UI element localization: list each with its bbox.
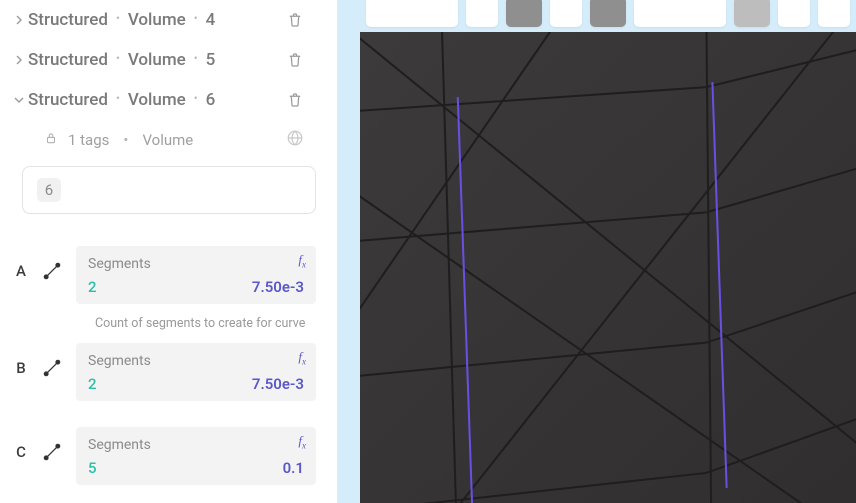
tags-name: Volume <box>142 131 193 149</box>
dot-sep: • <box>116 92 120 105</box>
param-row-c: C Segments fx 5 0.1 <box>0 427 338 493</box>
tree-item-type: Structured <box>28 10 108 30</box>
delete-button[interactable] <box>286 51 304 69</box>
param-title: Segments <box>88 256 304 272</box>
param-row-b: B Segments fx 2 7.50e-3 <box>0 343 338 409</box>
toolbar-button[interactable] <box>734 0 770 27</box>
dot-sep: • <box>194 92 198 105</box>
param-title: Segments <box>88 437 304 453</box>
tags-row: 1 tags • Volume <box>0 120 338 160</box>
id-chip: 6 <box>37 178 61 202</box>
caret-right-icon <box>10 15 28 25</box>
fx-button[interactable]: fx <box>298 349 306 367</box>
curve-icon <box>42 246 70 285</box>
fx-button[interactable]: fx <box>298 252 306 270</box>
sidebar: Structured • Volume • 4 Structured • Vol… <box>0 0 338 503</box>
toolbar-button[interactable] <box>366 0 458 27</box>
globe-icon[interactable] <box>286 129 304 151</box>
param-card[interactable]: Segments fx 2 7.50e-3 <box>76 246 316 304</box>
param-value: 2 <box>88 278 97 296</box>
caret-down-icon <box>10 95 28 105</box>
tree-item-type: Structured <box>28 50 108 70</box>
3d-viewport[interactable] <box>360 32 856 503</box>
toolbar-button[interactable] <box>634 0 726 27</box>
param-letter: C <box>0 427 42 461</box>
toolbar-button-active[interactable] <box>590 0 626 27</box>
caret-right-icon <box>10 55 28 65</box>
app-root: Structured • Volume • 4 Structured • Vol… <box>0 0 856 503</box>
id-input[interactable]: 6 <box>22 166 316 214</box>
tree-item-type: Structured <box>28 90 108 110</box>
param-number: 7.50e-3 <box>252 375 304 393</box>
toolbar-button[interactable] <box>466 0 498 27</box>
param-title: Segments <box>88 353 304 369</box>
dot-sep: • <box>116 12 120 25</box>
toolbar-button-active[interactable] <box>506 0 542 27</box>
tree-item-volume-5[interactable]: Structured • Volume • 5 <box>0 40 338 80</box>
dot-sep: • <box>194 12 198 25</box>
tree-item-kind: Volume <box>128 50 186 70</box>
tree-item-id: 6 <box>206 90 216 110</box>
param-row-a: A Segments fx 2 7.50e-3 <box>0 246 338 312</box>
param-letter: A <box>0 246 42 280</box>
dot-sep: • <box>194 52 198 65</box>
tree-item-kind: Volume <box>128 90 186 110</box>
tree-item-volume-4[interactable]: Structured • Volume • 4 <box>0 0 338 40</box>
param-value: 2 <box>88 375 97 393</box>
fx-button[interactable]: fx <box>298 433 306 451</box>
delete-button[interactable] <box>286 11 304 29</box>
lock-icon <box>44 131 58 149</box>
tree-item-volume-6[interactable]: Structured • Volume • 6 <box>0 80 338 120</box>
param-number: 0.1 <box>283 459 304 477</box>
tree: Structured • Volume • 4 Structured • Vol… <box>0 0 338 120</box>
tree-item-id: 5 <box>206 50 216 70</box>
param-value: 5 <box>88 459 97 477</box>
right-pane <box>338 0 856 503</box>
param-letter: B <box>0 343 42 377</box>
viewport-toolbar <box>360 0 856 32</box>
toolbar-button[interactable] <box>550 0 582 27</box>
toolbar-button[interactable] <box>818 0 850 27</box>
param-number: 7.50e-3 <box>252 278 304 296</box>
toolbar-button[interactable] <box>778 0 810 27</box>
delete-button[interactable] <box>286 91 304 109</box>
curve-icon <box>42 427 70 466</box>
params-panel: A Segments fx 2 7.50e-3 Count of segment… <box>0 224 338 493</box>
param-note: Count of segments to create for curve <box>95 316 316 333</box>
tree-item-kind: Volume <box>128 10 186 30</box>
curve-icon <box>42 343 70 382</box>
dot-sep: • <box>116 52 120 65</box>
tree-item-id: 4 <box>206 10 216 30</box>
param-card[interactable]: Segments fx 2 7.50e-3 <box>76 343 316 401</box>
dot-sep: • <box>123 131 128 149</box>
param-card[interactable]: Segments fx 5 0.1 <box>76 427 316 485</box>
tags-count: 1 tags <box>68 131 109 149</box>
